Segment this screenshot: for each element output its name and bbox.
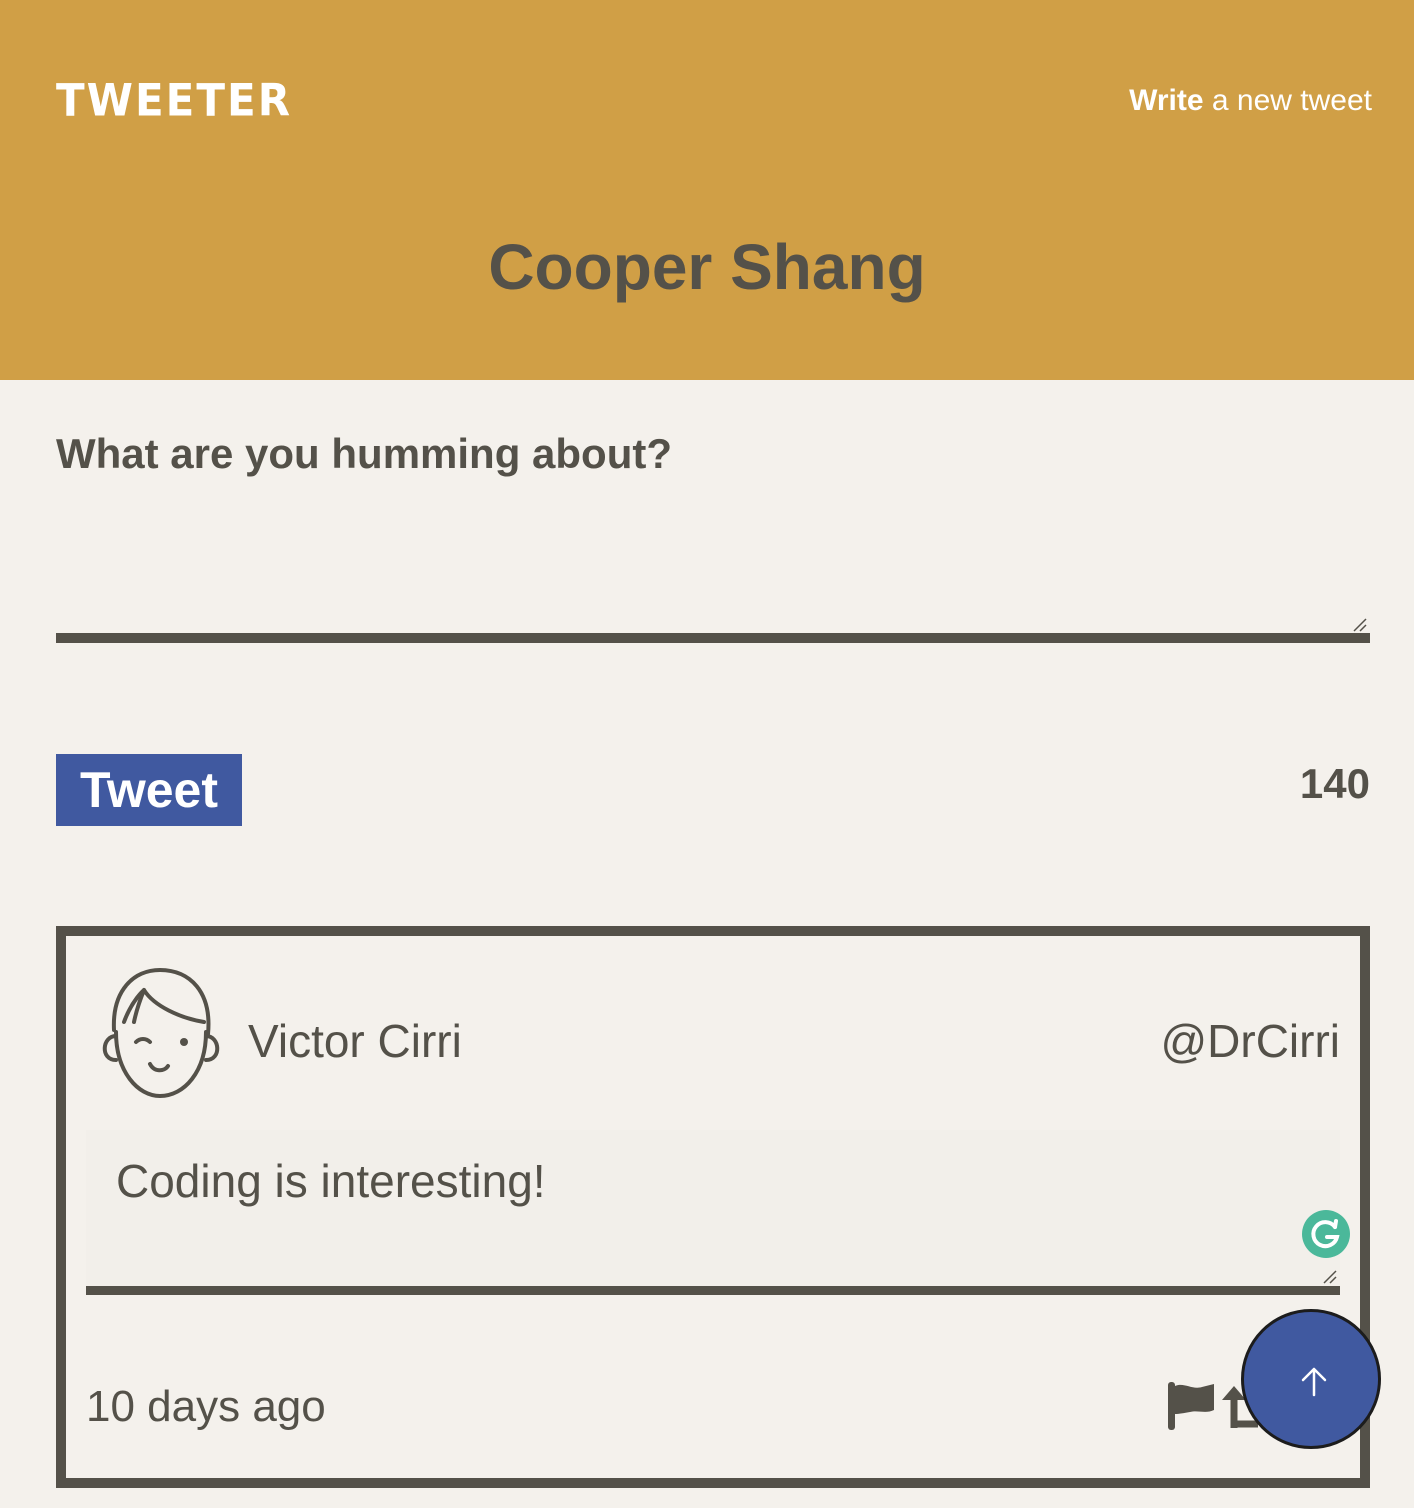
tweet-timestamp: 10 days ago (86, 1382, 326, 1431)
flag-icon[interactable] (1166, 1380, 1216, 1432)
tweeter-logo[interactable]: TWEETER (56, 75, 292, 126)
page-header: TWEETER Write a new tweet Cooper Shang (0, 0, 1414, 380)
write-label: Write (1129, 84, 1204, 117)
compose-label: What are you humming about? (56, 430, 672, 477)
scroll-to-top-button[interactable] (1241, 1309, 1381, 1449)
profile-name: Cooper Shang (488, 231, 926, 303)
char-counter: 140 (1299, 760, 1370, 807)
resize-grip-icon[interactable] (1322, 1270, 1338, 1284)
write-new-tweet-link[interactable]: Write a new tweet (1129, 84, 1372, 118)
author-handle: @DrCirri (1160, 1015, 1340, 1067)
author-name: Victor Cirri (248, 1015, 462, 1067)
resize-grip-icon[interactable] (1352, 618, 1368, 632)
new-tweet-label: a new tweet (1203, 84, 1372, 117)
tweet-body[interactable]: Coding is interesting! (86, 1130, 1350, 1295)
avatar-icon (102, 968, 220, 1098)
arrow-up-icon (1301, 1367, 1327, 1397)
tweet-card: Victor Cirri @DrCirri Coding is interest… (56, 926, 1370, 1488)
tweet-text: Coding is interesting! (116, 1155, 546, 1207)
tweet-textarea[interactable] (56, 500, 1370, 643)
tweet-submit-button[interactable]: Tweet (56, 754, 242, 826)
grammarly-icon[interactable] (1302, 1210, 1350, 1258)
